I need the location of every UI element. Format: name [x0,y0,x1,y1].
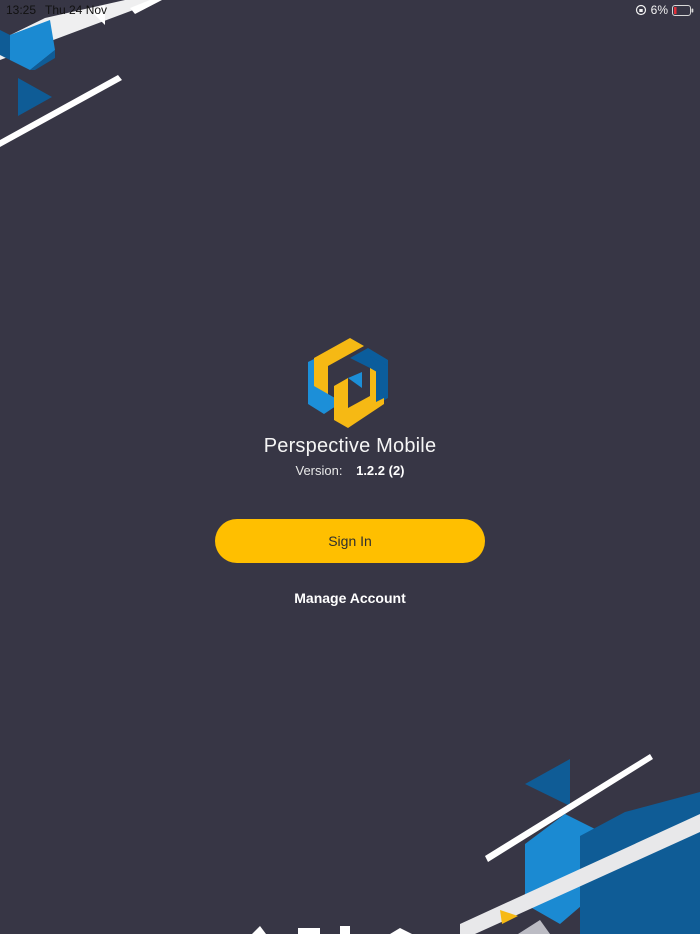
battery-percentage: 6% [650,3,668,17]
battery-low-icon [672,4,694,16]
version-info: Version: 1.2.2 (2) [0,463,700,478]
status-right: 6% [635,3,694,17]
version-value: 1.2.2 (2) [356,463,405,478]
status-time: 13:25 [6,3,37,17]
sign-in-screen: Perspective Mobile Version: 1.2.2 (2) Si… [0,0,700,934]
sign-in-button[interactable]: Sign In [215,519,485,563]
version-label: Version: [295,463,343,478]
orientation-lock-icon [635,4,646,16]
app-title: Perspective Mobile [263,435,437,457]
manage-account-link[interactable]: Manage Account [0,590,700,606]
status-bar: 13:25 Thu 24 Nov 6% [0,0,700,20]
perspective-logo-icon [308,338,388,428]
status-date: Thu 24 Nov [45,3,108,17]
